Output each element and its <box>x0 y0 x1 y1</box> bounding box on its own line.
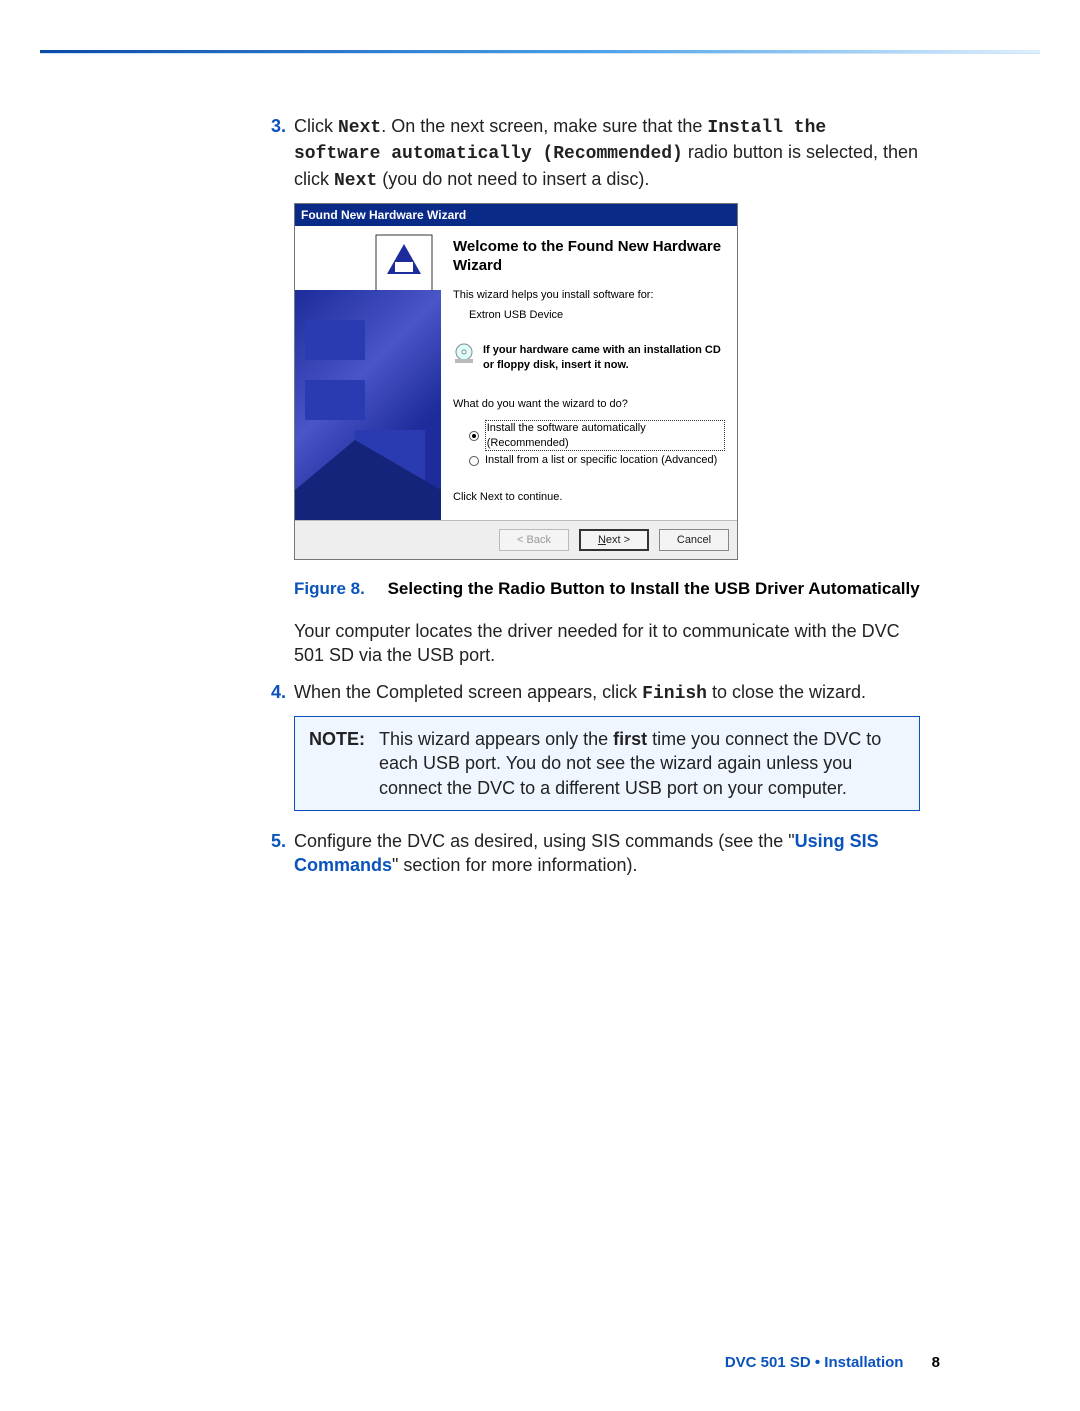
back-button: < Back <box>499 529 569 551</box>
note-body: This wizard appears only the first time … <box>379 727 905 800</box>
step-body: When the Completed screen appears, click… <box>294 680 920 706</box>
note-box: NOTE: This wizard appears only the first… <box>294 716 920 811</box>
wizard-body: Welcome to the Found New Hardware Wizard… <box>295 226 737 520</box>
radio-advanced[interactable]: Install from a list or specific location… <box>469 453 725 468</box>
paragraph: Your computer locates the driver needed … <box>294 619 920 668</box>
wizard-intro: This wizard helps you install software f… <box>453 288 725 303</box>
step-4: 4. When the Completed screen appears, cl… <box>260 680 920 706</box>
wizard-sidebar <box>295 226 441 520</box>
wizard-device: Extron USB Device <box>469 308 725 323</box>
text: " section for more information). <box>392 855 637 875</box>
radio-label: Install from a list or specific location… <box>485 453 717 468</box>
figure-caption: Figure 8. Selecting the Radio Button to … <box>294 578 920 601</box>
figure-label: Figure 8. <box>294 579 365 598</box>
step-body: Configure the DVC as desired, using SIS … <box>294 829 920 878</box>
mono-next2: Next <box>334 171 377 191</box>
figure-title: Selecting the Radio Button to Install th… <box>388 579 920 598</box>
step-number: 5. <box>260 829 294 878</box>
label: Cancel <box>677 533 711 548</box>
step-number: 3. <box>260 114 294 193</box>
step-3: 3. Click Next. On the next screen, make … <box>260 114 920 193</box>
note-label: NOTE: <box>309 727 365 800</box>
text: Configure the DVC as desired, using SIS … <box>294 831 795 851</box>
radio-dot-icon <box>469 431 479 441</box>
mnemonic: N <box>598 534 606 546</box>
wizard-main: Welcome to the Found New Hardware Wizard… <box>441 226 737 520</box>
cd-icon <box>453 343 475 365</box>
wizard-footer: < Back Next > Cancel <box>295 520 737 559</box>
text: When the Completed screen appears, click <box>294 682 642 702</box>
wizard-window: Found New Hardware Wizard <box>294 203 738 560</box>
text: to close the wizard. <box>707 682 866 702</box>
page-number: 8 <box>932 1354 940 1371</box>
wizard-heading: Welcome to the Found New Hardware Wizard <box>453 238 725 276</box>
step-body: Click Next. On the next screen, make sur… <box>294 114 920 193</box>
mono-finish: Finish <box>642 684 707 704</box>
text: . On the next screen, make sure that the <box>381 116 707 136</box>
header-rule <box>40 50 1040 54</box>
cancel-button[interactable]: Cancel <box>659 529 729 551</box>
text: This wizard appears only the <box>379 729 613 749</box>
cd-text: If your hardware came with an installati… <box>483 343 725 373</box>
step-5: 5. Configure the DVC as desired, using S… <box>260 829 920 878</box>
wizard-cd-notice: If your hardware came with an installati… <box>453 343 725 373</box>
text: (you do not need to insert a disc). <box>377 169 649 189</box>
next-button[interactable]: Next > <box>579 529 649 551</box>
page-footer: DVC 501 SD • Installation 8 <box>725 1354 940 1371</box>
wizard-titlebar: Found New Hardware Wizard <box>295 204 737 226</box>
radio-label: Install the software automatically (Reco… <box>485 420 725 452</box>
text: Click <box>294 116 338 136</box>
step-number: 4. <box>260 680 294 706</box>
label: < Back <box>517 533 551 548</box>
page: 3. Click Next. On the next screen, make … <box>0 114 1080 1411</box>
footer-text: DVC 501 SD • Installation <box>725 1354 904 1371</box>
hardware-icon <box>375 234 433 292</box>
mono-next: Next <box>338 118 381 138</box>
label: ext > <box>606 534 630 546</box>
content-column: 3. Click Next. On the next screen, make … <box>260 114 920 877</box>
wizard-sidebar-art <box>295 290 441 520</box>
bold: first <box>613 729 647 749</box>
wizard-prompt: What do you want the wizard to do? <box>453 397 725 412</box>
wizard-continue: Click Next to continue. <box>453 490 725 505</box>
radio-auto[interactable]: Install the software automatically (Reco… <box>469 420 725 452</box>
radio-dot-icon <box>469 456 479 466</box>
